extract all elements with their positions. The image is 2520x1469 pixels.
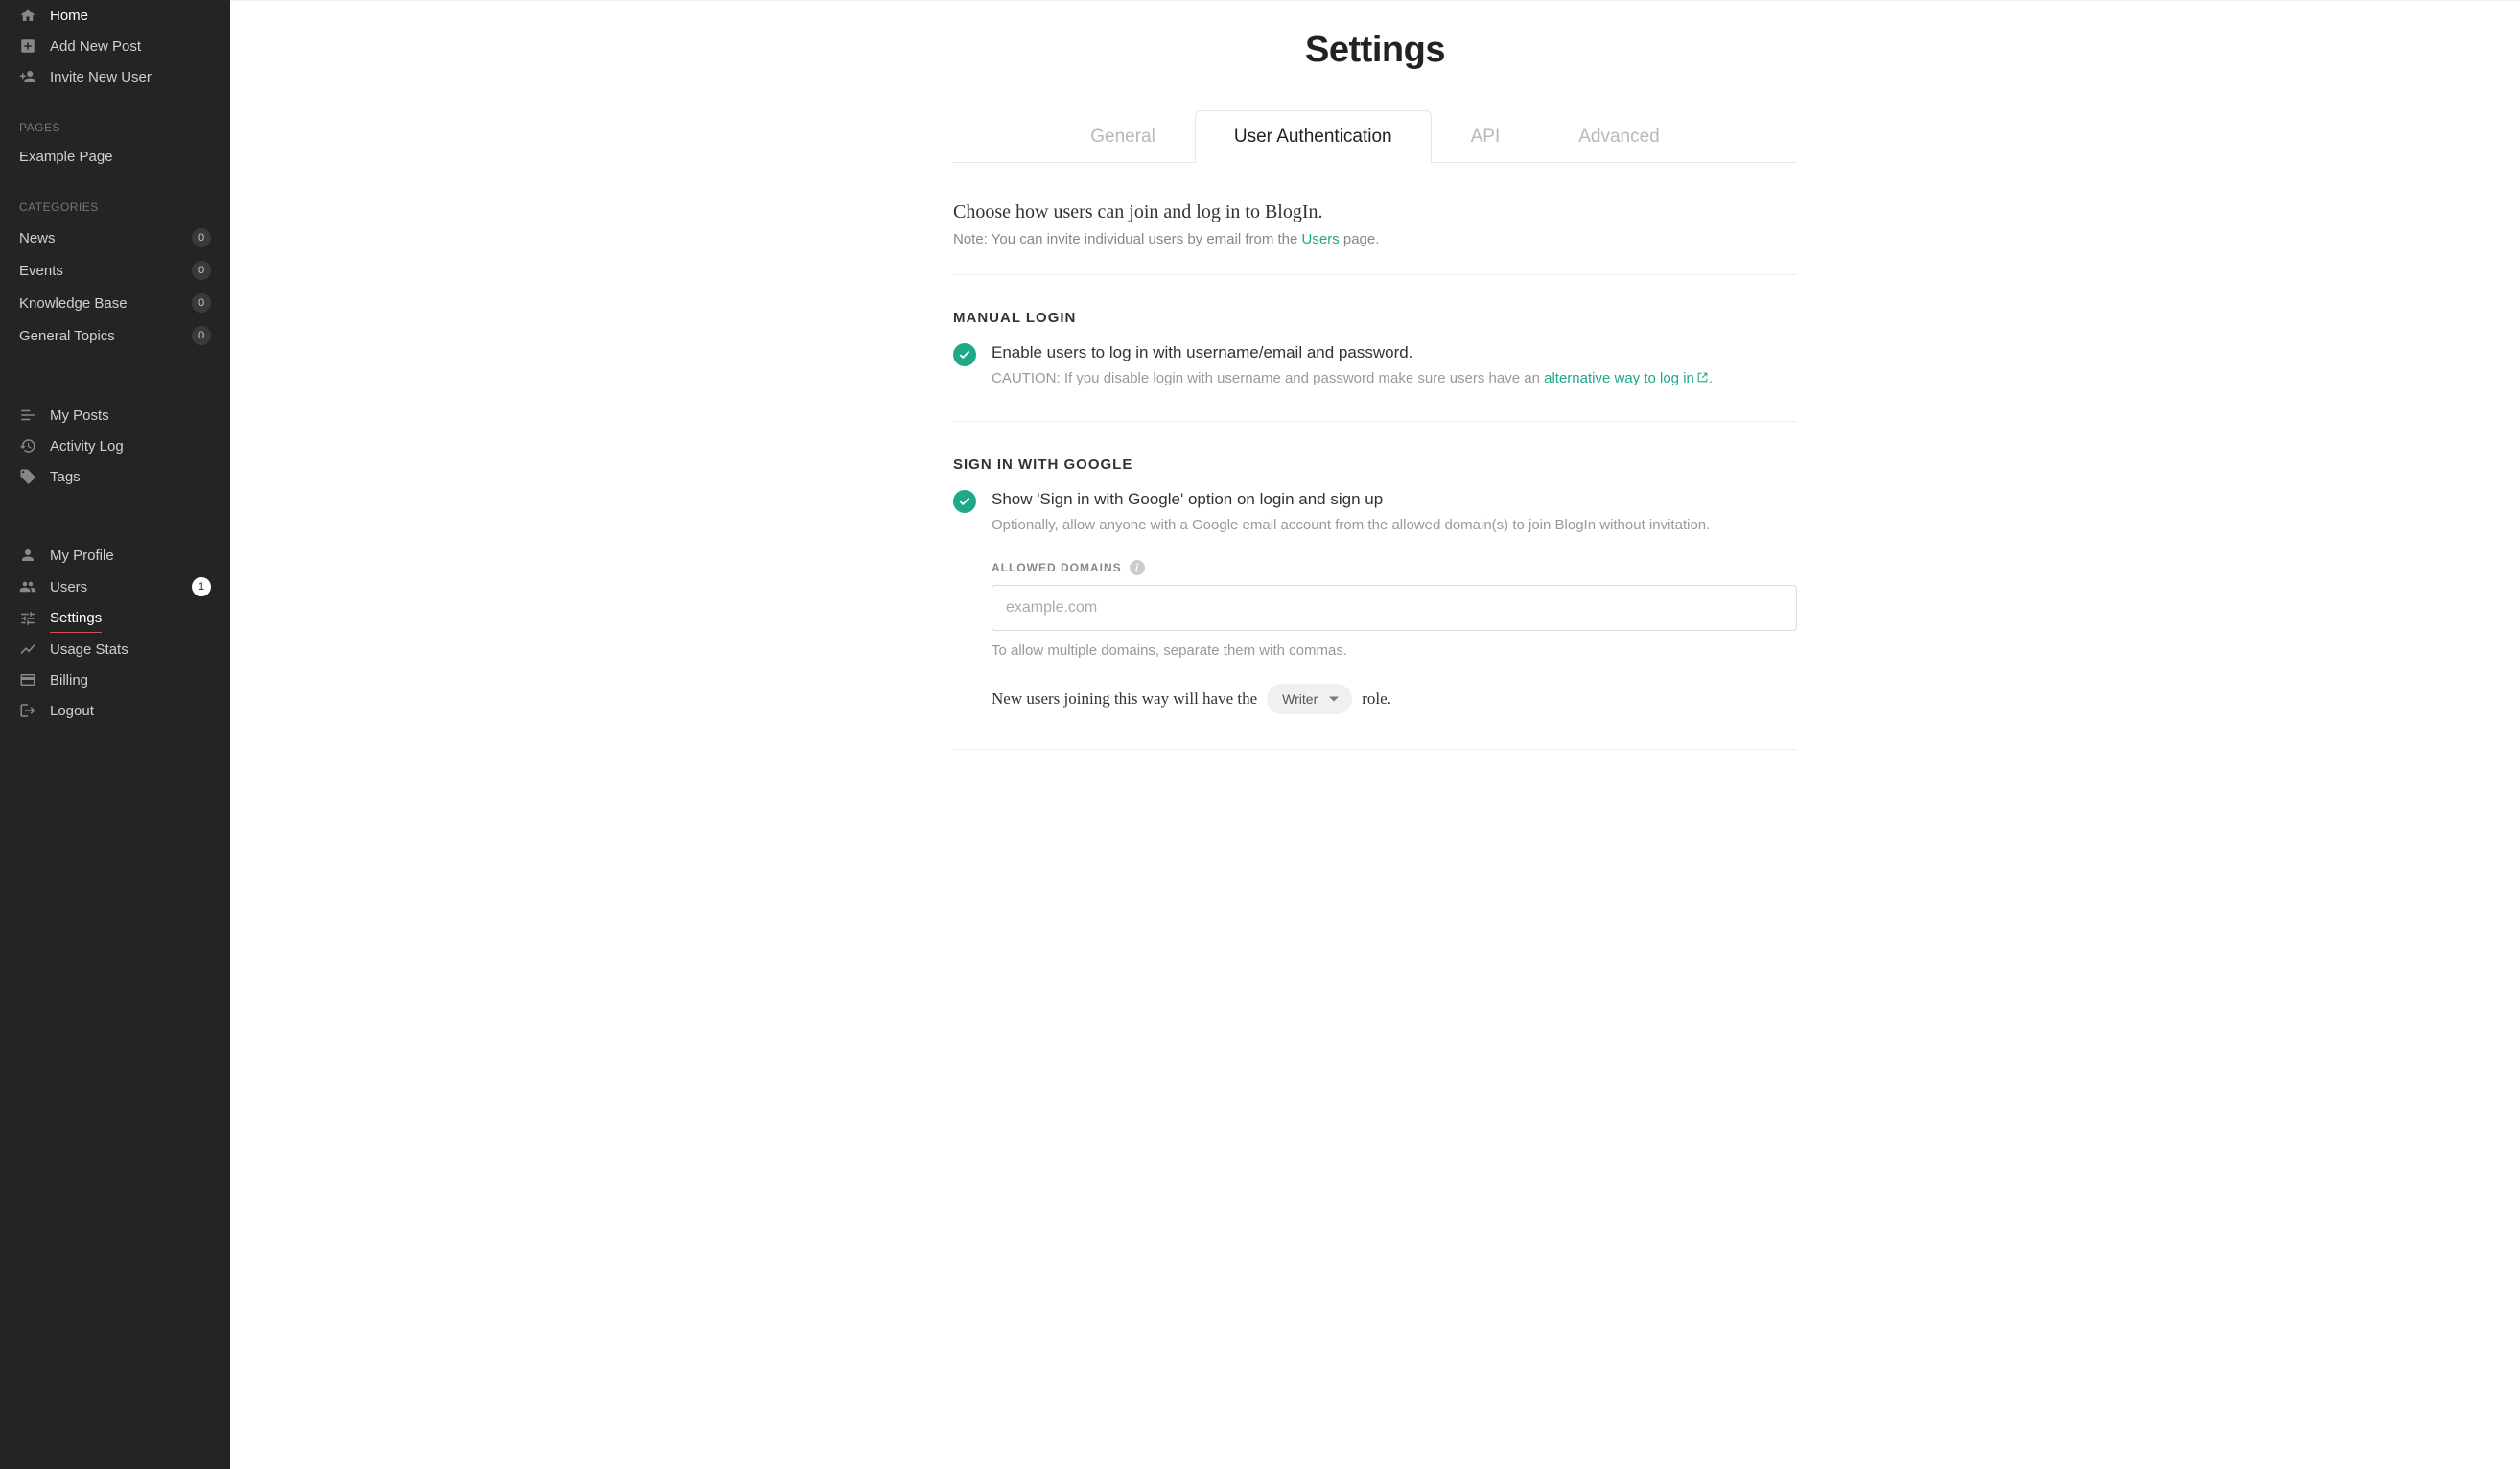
sidebar-category-events[interactable]: Events 0 — [0, 254, 230, 287]
manual-login-toggle[interactable] — [953, 343, 976, 366]
trend-icon — [19, 641, 36, 658]
person-icon — [19, 547, 36, 564]
sidebar-page-item[interactable]: Example Page — [0, 142, 230, 172]
allowed-domains-label: ALLOWED DOMAINS — [992, 561, 1122, 574]
intro-section: Choose how users can join and log in to … — [953, 201, 1797, 247]
logout-icon — [19, 702, 36, 719]
sidebar-item-label: General Topics — [19, 328, 178, 344]
sidebar-item-label: Logout — [50, 703, 211, 719]
sidebar-item-my-posts[interactable]: My Posts — [0, 400, 230, 431]
count-badge: 0 — [192, 326, 211, 345]
intro-heading: Choose how users can join and log in to … — [953, 201, 1797, 223]
sidebar-item-label: Home — [50, 8, 211, 24]
people-icon — [19, 578, 36, 595]
sidebar-item-tags[interactable]: Tags — [0, 461, 230, 492]
sidebar-item-label: Invite New User — [50, 69, 211, 85]
add-post-icon — [19, 37, 36, 55]
manual-login-heading: MANUAL LOGIN — [953, 310, 1797, 326]
check-icon — [958, 495, 971, 508]
role-prefix: New users joining this way will have the — [992, 689, 1257, 709]
divider — [953, 749, 1797, 750]
intro-note: Note: You can invite individual users by… — [953, 231, 1797, 247]
sidebar-item-label: My Posts — [50, 408, 211, 424]
sidebar-item-label: My Profile — [50, 548, 211, 564]
manual-login-label: Enable users to log in with username/ema… — [992, 343, 1797, 362]
google-label: Show 'Sign in with Google' option on log… — [992, 490, 1797, 509]
sliders-icon — [19, 610, 36, 627]
sidebar-item-label: Events — [19, 263, 178, 279]
page-title: Settings — [953, 30, 1797, 71]
sidebar-item-label: Users — [50, 579, 178, 595]
tab-general[interactable]: General — [1051, 110, 1195, 163]
count-badge: 1 — [192, 577, 211, 596]
sidebar-item-logout[interactable]: Logout — [0, 695, 230, 726]
sidebar-item-label: Settings — [50, 610, 102, 626]
alternative-login-link[interactable]: alternative way to log in — [1544, 370, 1709, 386]
sidebar-item-invite-user[interactable]: Invite New User — [0, 61, 230, 92]
settings-tabs: General User Authentication API Advanced — [953, 109, 1797, 163]
sidebar: Home Add New Post Invite New User PAGES … — [0, 0, 230, 1469]
sidebar-section-categories: CATEGORIES — [0, 181, 230, 222]
sidebar-item-label: Example Page — [19, 149, 211, 165]
sidebar-item-add-post[interactable]: Add New Post — [0, 31, 230, 61]
sidebar-item-label: News — [19, 230, 178, 246]
sidebar-item-label: Tags — [50, 469, 211, 485]
sidebar-category-knowledge[interactable]: Knowledge Base 0 — [0, 287, 230, 319]
sidebar-item-my-profile[interactable]: My Profile — [0, 540, 230, 571]
sidebar-item-label: Knowledge Base — [19, 295, 178, 312]
sidebar-section-pages: PAGES — [0, 102, 230, 142]
check-icon — [958, 348, 971, 361]
manual-login-caution: CAUTION: If you disable login with usern… — [992, 370, 1797, 386]
sidebar-item-activity-log[interactable]: Activity Log — [0, 431, 230, 461]
sidebar-category-news[interactable]: News 0 — [0, 222, 230, 254]
users-link[interactable]: Users — [1302, 231, 1340, 247]
google-sub: Optionally, allow anyone with a Google e… — [992, 517, 1797, 533]
count-badge: 0 — [192, 261, 211, 280]
tab-user-authentication[interactable]: User Authentication — [1195, 110, 1432, 163]
count-badge: 0 — [192, 293, 211, 313]
allowed-domains-input[interactable] — [992, 585, 1797, 631]
default-role-row: New users joining this way will have the… — [992, 684, 1797, 714]
google-signin-block: SIGN IN WITH GOOGLE Show 'Sign in with G… — [953, 422, 1797, 749]
sidebar-item-usage-stats[interactable]: Usage Stats — [0, 634, 230, 665]
tab-advanced[interactable]: Advanced — [1539, 110, 1699, 163]
sidebar-item-billing[interactable]: Billing — [0, 665, 230, 695]
list-icon — [19, 407, 36, 424]
history-icon — [19, 437, 36, 455]
main-content: Settings General User Authentication API… — [230, 0, 2520, 1469]
sidebar-category-general[interactable]: General Topics 0 — [0, 319, 230, 352]
count-badge: 0 — [192, 228, 211, 247]
sidebar-item-users[interactable]: Users 1 — [0, 571, 230, 603]
external-link-icon — [1696, 371, 1709, 384]
home-icon — [19, 7, 36, 24]
google-heading: SIGN IN WITH GOOGLE — [953, 456, 1797, 473]
tag-icon — [19, 468, 36, 485]
allowed-domains-help: To allow multiple domains, separate them… — [992, 642, 1797, 659]
sidebar-item-label: Usage Stats — [50, 641, 211, 658]
role-suffix: role. — [1362, 689, 1391, 709]
tab-api[interactable]: API — [1432, 110, 1540, 163]
sidebar-item-label: Add New Post — [50, 38, 211, 55]
google-signin-toggle[interactable] — [953, 490, 976, 513]
sidebar-item-label: Billing — [50, 672, 211, 688]
invite-user-icon — [19, 68, 36, 85]
sidebar-item-label: Activity Log — [50, 438, 211, 455]
card-icon — [19, 671, 36, 688]
info-icon[interactable]: i — [1130, 560, 1145, 575]
manual-login-block: MANUAL LOGIN Enable users to log in with… — [953, 275, 1797, 421]
sidebar-item-home[interactable]: Home — [0, 0, 230, 31]
sidebar-item-settings[interactable]: Settings — [0, 603, 230, 634]
role-select[interactable]: Writer — [1267, 684, 1352, 714]
